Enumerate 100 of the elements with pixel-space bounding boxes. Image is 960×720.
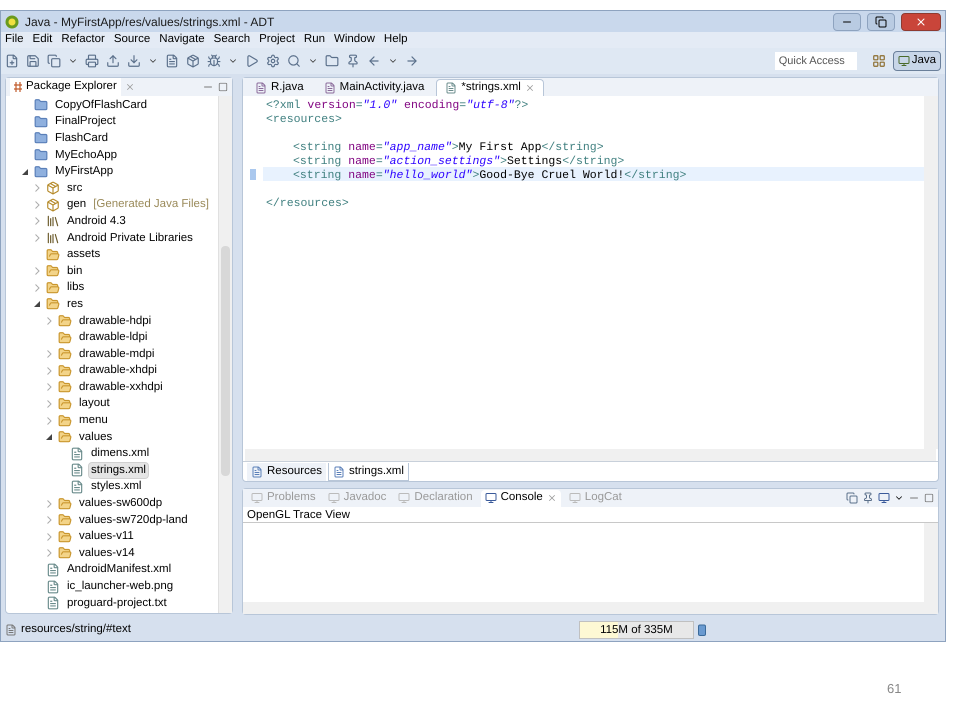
tree-item[interactable]: values-sw600dp: [76, 495, 166, 512]
save-icon[interactable]: [26, 54, 40, 68]
bug-icon[interactable]: [207, 54, 221, 68]
tree-item[interactable]: drawable-hdpi: [76, 312, 154, 330]
tree-item[interactable]: strings.xml: [88, 462, 149, 479]
folder-icon: [58, 364, 72, 378]
copy-icon[interactable]: [846, 492, 858, 504]
menubar-entry[interactable]: Project: [259, 31, 295, 49]
quick-access-field[interactable]: Quick Access: [774, 52, 857, 70]
tree-item[interactable]: menu: [76, 412, 111, 430]
search-icon[interactable]: [287, 54, 301, 68]
tree-item[interactable]: Android 4.3: [64, 212, 129, 230]
display-icon[interactable]: [878, 492, 890, 504]
pin-icon[interactable]: [862, 492, 874, 504]
tree-item[interactable]: values-v14: [76, 544, 138, 562]
tree-item[interactable]: FlashCard: [52, 130, 112, 147]
menubar-entry[interactable]: Navigate: [159, 31, 205, 49]
menubar-entry[interactable]: File: [5, 31, 24, 49]
scrollbar[interactable]: [243, 602, 938, 614]
folder-icon: [58, 430, 72, 444]
monitor-icon: [484, 492, 497, 504]
folder-icon[interactable]: [325, 54, 339, 68]
tree-item[interactable]: MyFirstApp: [52, 163, 116, 180]
tree-item[interactable]: MyEchoApp: [52, 146, 120, 164]
editor-tab[interactable]: R.java: [247, 79, 312, 96]
tree-item[interactable]: ic_launcher-web.png: [64, 578, 176, 596]
menubar-entry[interactable]: Help: [384, 31, 408, 49]
tree-item[interactable]: drawable-xhdpi: [76, 362, 160, 380]
folder-icon: [58, 330, 72, 345]
perspective-button[interactable]: Java: [892, 51, 941, 71]
tree-item[interactable]: src: [64, 180, 86, 197]
tree-item[interactable]: assets: [64, 246, 104, 264]
project-folder-icon: [34, 164, 48, 179]
tree-item[interactable]: values-sw720dp-land: [76, 512, 191, 529]
menubar-entry[interactable]: Edit: [32, 31, 52, 49]
package-icon[interactable]: [186, 54, 200, 68]
expanded-arrow-icon[interactable]: [22, 168, 28, 175]
maximize-icon[interactable]: [218, 82, 228, 92]
tree-item[interactable]: proguard-project.txt: [64, 594, 170, 612]
tree-item[interactable]: bin: [64, 262, 86, 280]
tree-item[interactable]: FinalProject: [52, 113, 119, 130]
close-button[interactable]: [901, 12, 941, 30]
scrollbar[interactable]: [245, 449, 936, 461]
tree-item[interactable]: drawable-mdpi: [76, 346, 158, 363]
expanded-arrow-icon[interactable]: [46, 434, 52, 440]
tree-item[interactable]: CopyOfFlashCard: [52, 96, 150, 114]
java-file-icon: [324, 82, 336, 94]
gear-icon[interactable]: [266, 54, 280, 68]
folder-icon: [58, 530, 72, 544]
close-icon[interactable]: [546, 493, 557, 503]
editor-mode-tab[interactable]: strings.xml: [328, 463, 409, 481]
memory-reading: 115M of 335M: [599, 623, 674, 638]
scrollbar[interactable]: [924, 96, 938, 449]
view-tab[interactable]: Console: [480, 490, 561, 506]
tree-item[interactable]: libs: [64, 279, 88, 296]
copy-icon[interactable]: [47, 54, 61, 68]
window-title: Java - MyFirstApp/res/values/strings.xml - ADT: [25, 14, 274, 30]
file-icon: [70, 480, 84, 494]
play-icon[interactable]: [245, 54, 259, 68]
project-folder-icon: [34, 98, 48, 112]
restore-icon: [875, 16, 887, 28]
folder-icon: [58, 396, 72, 411]
tree-item[interactable]: AndroidManifest.xml: [64, 561, 174, 578]
scrollbar[interactable]: [218, 96, 232, 613]
panel-tab[interactable]: Package Explorer: [10, 78, 121, 96]
maximize-icon[interactable]: [924, 493, 934, 503]
open-perspective-icon[interactable]: [872, 54, 886, 68]
restore-button[interactable]: [867, 12, 895, 30]
expanded-arrow-icon[interactable]: [34, 301, 40, 308]
editor-tab[interactable]: MainActivity.java: [316, 79, 432, 96]
pin-icon[interactable]: [346, 54, 360, 68]
menubar-entry[interactable]: Run: [304, 31, 325, 49]
close-icon[interactable]: [124, 82, 135, 92]
tree-item[interactable]: styles.xml: [88, 478, 144, 496]
tree-item[interactable]: gen: [64, 196, 90, 214]
scrollbar[interactable]: [924, 523, 938, 602]
editor-tab[interactable]: *strings.xml: [436, 79, 544, 96]
tree-item[interactable]: values-v11: [76, 528, 137, 546]
close-icon[interactable]: [524, 83, 535, 93]
tree-item[interactable]: res: [64, 296, 86, 313]
document-icon[interactable]: [165, 54, 179, 68]
menubar-entry[interactable]: Window: [334, 31, 375, 49]
library-icon: [46, 214, 60, 228]
tree-item[interactable]: drawable-xxhdpi: [76, 378, 166, 396]
download-icon[interactable]: [127, 54, 141, 68]
editor-mode-tab[interactable]: Resources: [247, 463, 326, 481]
menubar-entry[interactable]: Refactor: [61, 31, 105, 49]
tree-item[interactable]: values: [76, 428, 116, 446]
menubar-entry[interactable]: Search: [214, 31, 250, 49]
new-file-icon[interactable]: [5, 54, 19, 68]
java-file-icon: [255, 82, 267, 94]
tree-item[interactable]: dimens.xml: [88, 445, 152, 462]
tree-item[interactable]: Android Private Libraries: [64, 230, 196, 247]
upload-icon[interactable]: [106, 54, 120, 68]
print-icon[interactable]: [85, 54, 99, 68]
tree-item[interactable]: layout: [76, 395, 113, 412]
menubar-entry[interactable]: Source: [114, 31, 150, 49]
code-line: <?xml version="1.0" encoding="utf-8"?>: [265, 98, 530, 111]
app-logo-icon: [5, 14, 19, 28]
tree-item[interactable]: drawable-ldpi: [76, 329, 150, 346]
